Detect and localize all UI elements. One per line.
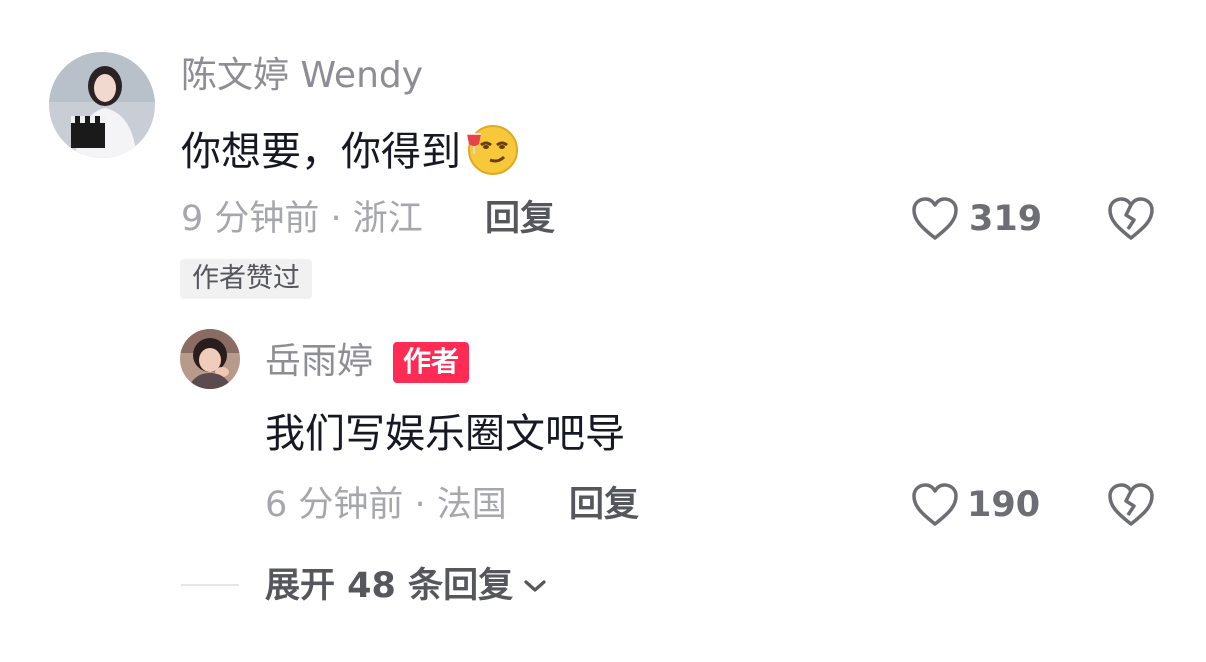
- reply-like-heart-icon[interactable]: [911, 482, 959, 528]
- comment-reply-button[interactable]: 回复: [485, 202, 555, 237]
- reply-dislike-broken-heart-icon[interactable]: [1107, 482, 1155, 528]
- replier-avatar[interactable]: [180, 329, 240, 389]
- comment-text: 你想要，你得到: [181, 125, 519, 182]
- comment-like-heart-icon[interactable]: [911, 196, 959, 242]
- author-badge: 作者: [393, 342, 470, 383]
- reply-like-count: 190: [967, 485, 1041, 525]
- comment-body: 你想要，你得到: [181, 129, 461, 175]
- expand-replies-label: 展开 48 条回复: [265, 566, 514, 606]
- reply-reply-button[interactable]: 回复: [569, 488, 639, 523]
- chevron-down-icon: [523, 566, 547, 601]
- reply-text: 我们写娱乐圈文吧导: [265, 411, 625, 457]
- author-liked-badge: 作者赞过: [180, 259, 312, 299]
- comment-like-count: 319: [969, 199, 1043, 239]
- comment-time-location: 9 分钟前 · 浙江: [181, 199, 423, 239]
- comment-dislike-broken-heart-icon[interactable]: [1107, 196, 1155, 242]
- commenter-username[interactable]: 陈文婷 Wendy: [181, 58, 423, 94]
- commenter-avatar[interactable]: [49, 52, 155, 158]
- expand-divider: [181, 584, 239, 586]
- reply-time-location: 6 分钟前 · 法国: [265, 485, 507, 525]
- replier-username[interactable]: 岳雨婷: [265, 344, 373, 380]
- smirk-with-wine-emoji-icon: [463, 120, 519, 176]
- expand-replies-button[interactable]: 展开 48 条回复: [265, 569, 547, 605]
